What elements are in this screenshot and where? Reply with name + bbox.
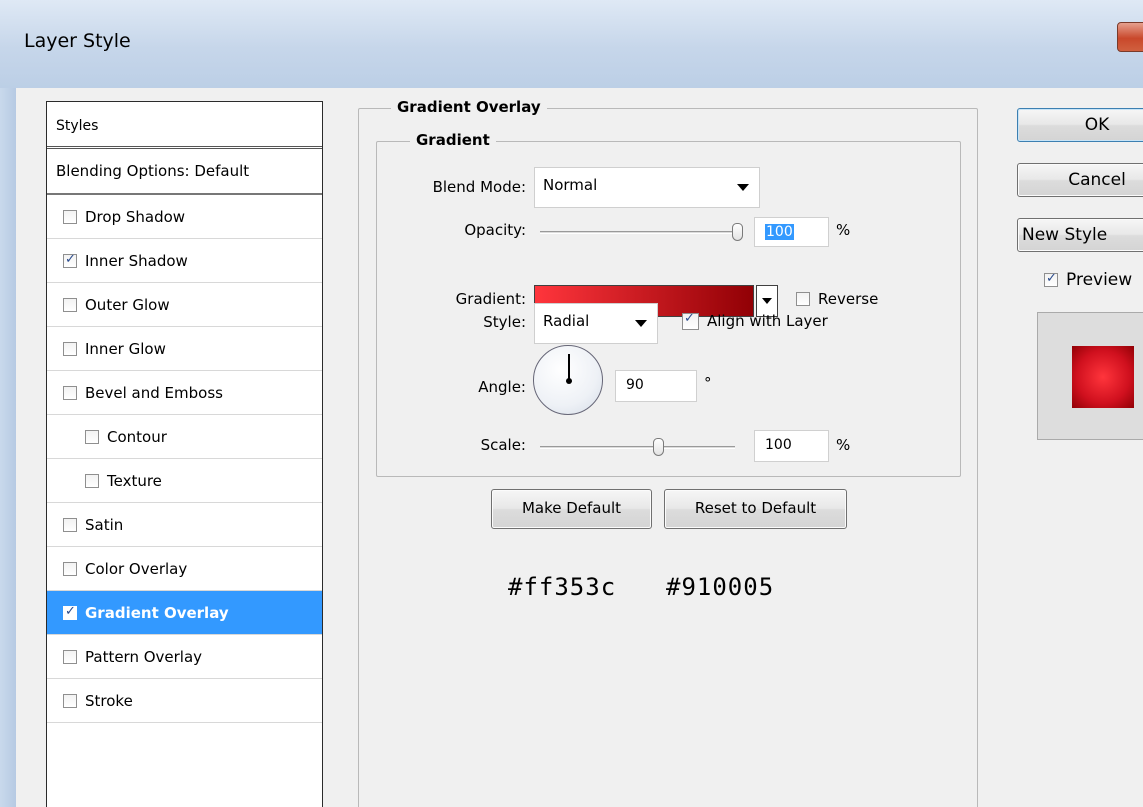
style-label: Style:	[483, 313, 526, 331]
opacity-percent: %	[836, 221, 851, 239]
style-item-checkbox[interactable]	[63, 341, 77, 356]
scale-value: 100	[765, 437, 792, 453]
style-item-label: Outer Glow	[85, 295, 170, 314]
reverse-checkbox[interactable]: Reverse	[796, 290, 878, 308]
angle-dial[interactable]	[533, 345, 603, 415]
gradient-overlay-title: Gradient Overlay	[391, 98, 547, 116]
make-default-label: Make Default	[521, 499, 622, 517]
preview-checkbox[interactable]: Preview	[1044, 270, 1132, 290]
ok-button[interactable]: OK	[1017, 108, 1143, 142]
blend-mode-select[interactable]: Normal	[534, 167, 760, 208]
window-title: Layer Style	[24, 30, 131, 52]
gradient-group-title: Gradient	[410, 131, 496, 149]
style-item-checkbox[interactable]	[63, 604, 77, 620]
chevron-down-icon	[635, 320, 647, 327]
style-item-label: Drop Shadow	[85, 207, 186, 226]
ok-label: OK	[1084, 115, 1110, 135]
style-item-outer-glow[interactable]: Outer Glow	[47, 283, 322, 327]
angle-value: 90	[626, 377, 644, 393]
opacity-slider[interactable]	[540, 231, 742, 234]
style-item-checkbox[interactable]	[85, 429, 99, 444]
angle-pivot	[566, 378, 572, 384]
reverse-label: Reverse	[818, 290, 879, 308]
style-preview	[1037, 312, 1143, 440]
reverse-checkbox-box[interactable]	[796, 292, 810, 306]
style-select[interactable]: Radial	[534, 303, 658, 344]
style-item-inner-shadow[interactable]: Inner Shadow	[47, 239, 322, 283]
make-default-button[interactable]: Make Default	[491, 489, 652, 529]
styles-list: Styles Blending Options: Default Drop Sh…	[46, 101, 323, 807]
reset-to-default-label: Reset to Default	[694, 499, 817, 517]
chevron-down-icon	[737, 184, 749, 191]
blend-mode-label: Blend Mode:	[432, 178, 526, 196]
style-item-checkbox[interactable]	[63, 209, 77, 224]
style-item-checkbox[interactable]	[63, 693, 77, 708]
style-value: Radial	[543, 312, 590, 330]
gradient-label: Gradient:	[455, 290, 526, 308]
align-checkbox-box[interactable]	[682, 311, 699, 330]
preview-swatch	[1072, 346, 1134, 408]
style-item-inner-glow[interactable]: Inner Glow	[47, 327, 322, 371]
style-item-label: Color Overlay	[85, 559, 188, 578]
degree-symbol: °	[704, 374, 712, 392]
style-item-checkbox[interactable]	[63, 252, 77, 268]
blend-mode-value: Normal	[543, 176, 598, 194]
style-item-label: Inner Shadow	[85, 251, 188, 270]
angle-label: Angle:	[478, 378, 526, 396]
blending-options-item[interactable]: Blending Options: Default	[47, 149, 322, 195]
style-item-label: Stroke	[85, 691, 133, 710]
title-bar: Layer Style	[0, 0, 1143, 88]
styles-header-label: Styles	[56, 118, 99, 134]
style-item-label: Pattern Overlay	[85, 647, 203, 666]
style-item-color-overlay[interactable]: Color Overlay	[47, 547, 322, 591]
style-item-bevel-and-emboss[interactable]: Bevel and Emboss	[47, 371, 322, 415]
scale-slider-thumb[interactable]	[653, 438, 664, 456]
style-item-label: Contour	[107, 427, 167, 446]
style-item-contour[interactable]: Contour	[47, 415, 322, 459]
angle-needle	[568, 354, 570, 381]
style-item-checkbox[interactable]	[63, 297, 77, 312]
align-with-layer-checkbox[interactable]: Align with Layer	[682, 311, 828, 330]
color-annotation-1: #ff353c	[508, 573, 617, 601]
style-item-label: Gradient Overlay	[85, 603, 229, 622]
style-item-label: Inner Glow	[85, 339, 166, 358]
style-item-checkbox[interactable]	[63, 517, 77, 532]
style-item-satin[interactable]: Satin	[47, 503, 322, 547]
style-item-gradient-overlay[interactable]: Gradient Overlay	[47, 591, 322, 635]
scale-input[interactable]: 100	[754, 430, 829, 462]
reset-to-default-button[interactable]: Reset to Default	[664, 489, 847, 529]
window-frame	[0, 88, 16, 807]
opacity-slider-thumb[interactable]	[732, 223, 743, 241]
preview-label: Preview	[1066, 270, 1133, 290]
style-item-checkbox[interactable]	[63, 561, 77, 576]
style-item-pattern-overlay[interactable]: Pattern Overlay	[47, 635, 322, 679]
new-style-label: New Style	[1022, 225, 1108, 245]
scale-label: Scale:	[480, 436, 526, 454]
opacity-label: Opacity:	[464, 221, 526, 239]
style-item-texture[interactable]: Texture	[47, 459, 322, 503]
new-style-button[interactable]: New Style	[1017, 218, 1143, 252]
style-item-drop-shadow[interactable]: Drop Shadow	[47, 195, 322, 239]
style-item-checkbox[interactable]	[85, 473, 99, 488]
style-item-checkbox[interactable]	[63, 649, 77, 664]
opacity-value: 100	[765, 224, 794, 240]
angle-input[interactable]: 90	[615, 370, 697, 402]
color-annotation-2: #910005	[666, 573, 775, 601]
style-item-label: Bevel and Emboss	[85, 383, 223, 402]
scale-percent: %	[836, 436, 851, 454]
cancel-label: Cancel	[1068, 170, 1126, 190]
style-item-label: Texture	[107, 471, 162, 490]
scale-slider[interactable]	[540, 446, 735, 449]
close-icon[interactable]	[1117, 22, 1143, 52]
align-with-layer-label: Align with Layer	[707, 312, 828, 330]
styles-header[interactable]: Styles	[47, 102, 322, 149]
preview-checkbox-box[interactable]	[1044, 271, 1058, 287]
cancel-button[interactable]: Cancel	[1017, 163, 1143, 197]
style-item-stroke[interactable]: Stroke	[47, 679, 322, 723]
opacity-input[interactable]: 100	[754, 217, 829, 247]
style-item-checkbox[interactable]	[63, 385, 77, 400]
blending-options-label: Blending Options: Default	[56, 162, 250, 180]
style-item-label: Satin	[85, 515, 124, 534]
